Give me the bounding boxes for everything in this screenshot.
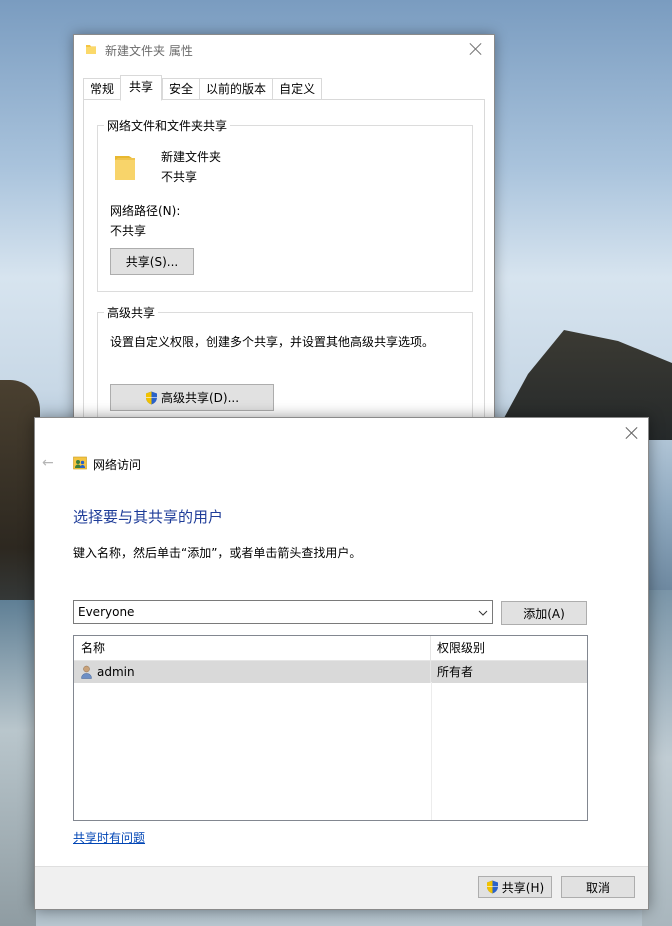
network-access-icon <box>73 456 87 473</box>
column-header-permission[interactable]: 权限级别 <box>431 636 587 660</box>
tab-general[interactable]: 常规 <box>83 78 121 100</box>
tab-customize[interactable]: 自定义 <box>272 78 323 100</box>
network-sharing-group-label: 网络文件和文件夹共享 <box>104 117 231 134</box>
sharing-help-link[interactable]: 共享时有问题 <box>73 829 145 846</box>
folder-name: 新建文件夹 <box>161 150 222 164</box>
user-combo-box[interactable]: Everyone <box>73 600 493 624</box>
close-icon[interactable] <box>468 41 484 57</box>
user-permission[interactable]: 所有者 <box>431 661 587 683</box>
share-confirm-button-label: 共享(H) <box>501 880 545 895</box>
dialog-heading: 选择要与其共享的用户 <box>73 508 224 526</box>
cancel-button-label: 取消 <box>585 880 610 895</box>
properties-window: 新建文件夹 属性 常规 共享 安全 以前的版本 自定义 网络文件和文件夹共享 新… <box>73 34 495 441</box>
folder-icon <box>85 43 97 58</box>
advanced-sharing-button-label: 高级共享(D)... <box>160 391 240 405</box>
properties-title: 新建文件夹 属性 <box>105 43 193 58</box>
share-confirm-button[interactable]: 共享(H) <box>478 876 552 898</box>
column-divider <box>431 682 432 820</box>
user-permissions-list[interactable]: 名称 权限级别 admin 所有者 <box>73 635 588 821</box>
list-header: 名称 权限级别 <box>74 636 587 661</box>
advanced-sharing-description: 设置自定义权限，创建多个共享，并设置其他高级共享选项。 <box>110 335 435 349</box>
tab-security[interactable]: 安全 <box>162 78 200 100</box>
dialog-footer: 共享(H) 取消 <box>35 866 648 909</box>
network-access-dialog: ← 网络访问 选择要与其共享的用户 键入名称，然后单击“添加”，或者单击箭头查找… <box>34 417 649 910</box>
table-row[interactable]: admin 所有者 <box>74 661 587 683</box>
desktop-background-sea-left <box>0 600 36 926</box>
properties-title-bar[interactable]: 新建文件夹 属性 <box>74 35 494 65</box>
close-icon[interactable] <box>625 426 639 440</box>
share-button[interactable]: 共享(S)... <box>110 248 194 275</box>
advanced-sharing-button[interactable]: 高级共享(D)... <box>110 384 274 411</box>
network-path-label: 网络路径(N): <box>110 204 181 218</box>
advanced-sharing-group-label: 高级共享 <box>104 304 159 321</box>
cancel-button[interactable]: 取消 <box>561 876 635 898</box>
tab-sharing[interactable]: 共享 <box>120 75 163 101</box>
chevron-down-icon[interactable] <box>474 606 492 619</box>
large-folder-icon <box>112 152 138 185</box>
tab-previous-versions[interactable]: 以前的版本 <box>199 78 273 100</box>
breadcrumb-title: 网络访问 <box>93 458 142 472</box>
uac-shield-icon <box>486 880 499 894</box>
network-sharing-group: 网络文件和文件夹共享 新建文件夹 不共享 网络路径(N): 不共享 共享(S).… <box>97 117 473 292</box>
column-header-name[interactable]: 名称 <box>74 636 431 660</box>
tab-strip: 常规 共享 安全 以前的版本 自定义 <box>83 75 323 101</box>
breadcrumb: 网络访问 <box>73 456 141 473</box>
user-combo-value[interactable]: Everyone <box>74 605 474 619</box>
network-path-value: 不共享 <box>110 224 147 238</box>
uac-shield-icon <box>145 391 158 405</box>
user-name: admin <box>97 665 135 679</box>
add-button[interactable]: 添加(A) <box>501 601 587 625</box>
user-name-cell: admin <box>74 661 431 683</box>
share-button-label: 共享(S)... <box>125 255 179 269</box>
back-arrow-icon[interactable]: ← <box>42 456 56 470</box>
user-icon <box>81 665 92 679</box>
sharing-tab-panel: 网络文件和文件夹共享 新建文件夹 不共享 网络路径(N): 不共享 共享(S).… <box>83 99 485 441</box>
dialog-instruction: 键入名称，然后单击“添加”，或者单击箭头查找用户。 <box>73 546 362 560</box>
add-button-label: 添加(A) <box>523 606 565 621</box>
folder-share-status: 不共享 <box>161 170 198 184</box>
